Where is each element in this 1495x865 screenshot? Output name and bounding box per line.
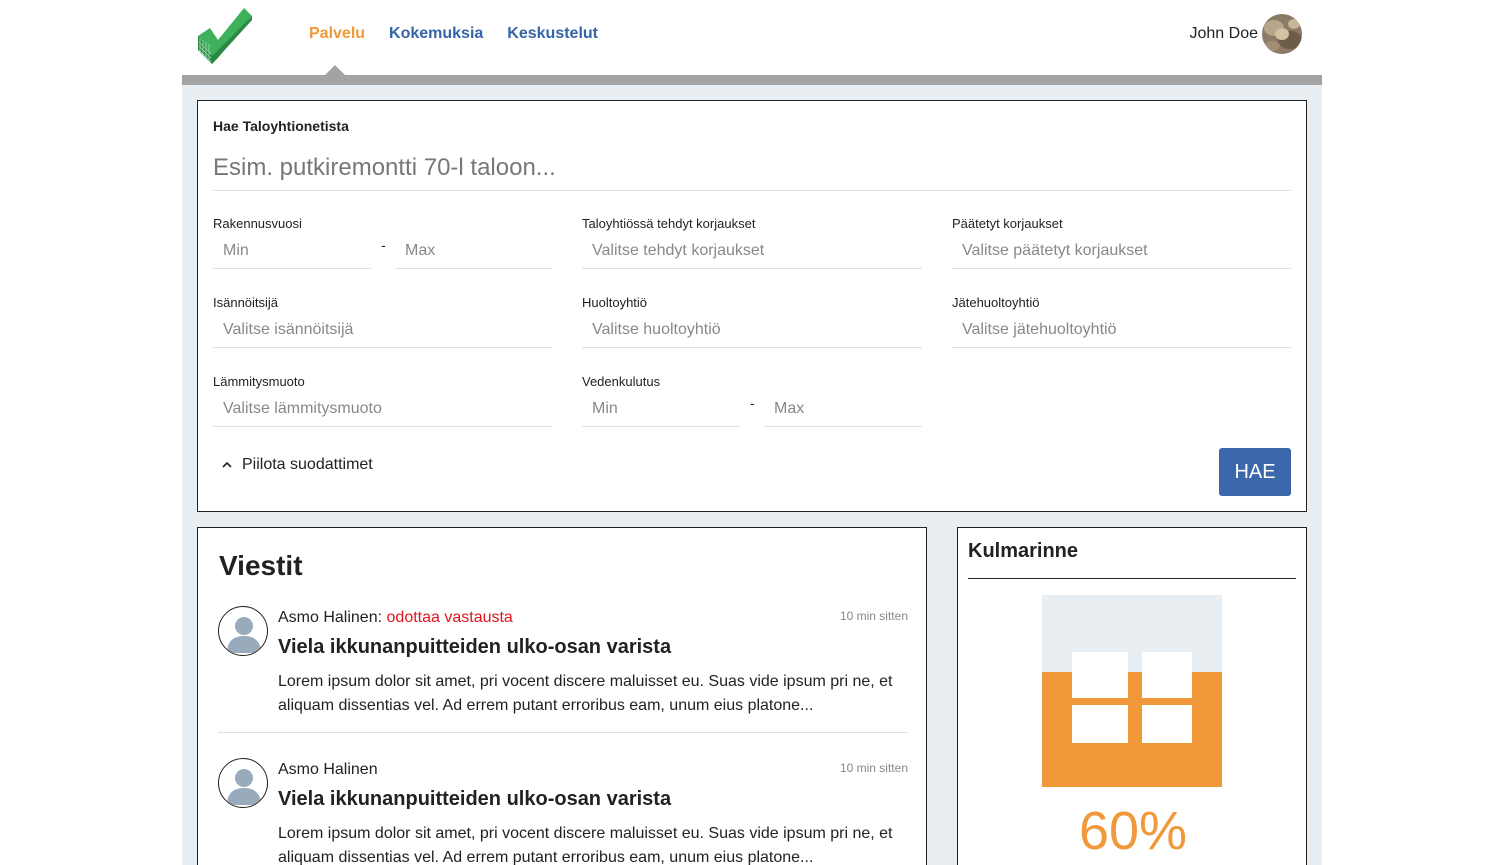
- hide-filters-toggle[interactable]: Piilota suodattimet: [222, 456, 373, 474]
- range-separator: -: [750, 395, 755, 411]
- message-time: 10 min sitten: [839, 609, 908, 623]
- avatar-photo-icon: [1262, 14, 1302, 54]
- jatehuoltoyhtio-label: Jätehuoltoyhtiö: [952, 295, 1040, 310]
- progress-fill: [1042, 672, 1222, 787]
- rakennusvuosi-max-input[interactable]: [395, 233, 552, 269]
- messages-title: Viestit: [219, 550, 303, 581]
- isannoitsija-select[interactable]: [213, 312, 552, 348]
- message-author-name: Asmo Halinen: [278, 609, 378, 626]
- paatetyt-korjaukset-select[interactable]: [952, 233, 1291, 269]
- message-time: 10 min sitten: [839, 761, 908, 775]
- header-divider-bar: [182, 75, 1322, 85]
- search-panel: Hae Taloyhtionetista Rakennusvuosi - Tal…: [197, 100, 1307, 512]
- message-avatar: [218, 758, 268, 808]
- huoltoyhtio-select[interactable]: [582, 312, 922, 348]
- user-placeholder-icon: [227, 617, 261, 653]
- site-header: Palvelu Kokemuksia Keskustelut John Doe: [182, 0, 1322, 75]
- range-separator: -: [381, 237, 386, 253]
- messages-panel: Viestit Asmo Halinen: odottaa vastausta …: [197, 527, 927, 865]
- message-author: Asmo Halinen: [278, 761, 378, 779]
- search-title: Hae Taloyhtionetista: [213, 118, 349, 134]
- nav-item-kokemuksia[interactable]: Kokemuksia: [389, 24, 483, 44]
- message-body: Lorem ipsum dolor sit amet, pri vocent d…: [278, 825, 893, 865]
- message-author: Asmo Halinen: odottaa vastausta: [278, 609, 513, 627]
- chevron-up-icon: [222, 461, 232, 468]
- lammitysmuoto-select[interactable]: [213, 391, 552, 427]
- nav-item-palvelu[interactable]: Palvelu: [309, 24, 365, 44]
- message-status: odottaa vastausta: [386, 609, 513, 626]
- nav-item-keskustelut[interactable]: Keskustelut: [507, 24, 598, 44]
- user-name: John Doe: [1189, 25, 1259, 42]
- message-subject[interactable]: Viela ikkunanpuitteiden ulko-osan varist…: [278, 788, 671, 811]
- huoltoyhtio-label: Huoltoyhtiö: [582, 295, 648, 310]
- kulmarinne-divider: [968, 578, 1296, 579]
- vedenkulutus-min-input[interactable]: [582, 391, 740, 427]
- kulmarinne-title: Kulmarinne: [968, 540, 1079, 562]
- rakennusvuosi-min-input[interactable]: [213, 233, 371, 269]
- vedenkulutus-max-input[interactable]: [764, 391, 922, 427]
- tehdyt-korjaukset-select[interactable]: [582, 233, 922, 269]
- message-item[interactable]: Asmo Halinen: odottaa vastausta 10 min s…: [218, 606, 908, 726]
- kulmarinne-panel: Kulmarinne 60%: [957, 527, 1307, 865]
- lammitysmuoto-label: Lämmitysmuoto: [213, 374, 305, 389]
- message-divider: [218, 732, 908, 733]
- message-body: Lorem ipsum dolor sit amet, pri vocent d…: [278, 673, 893, 714]
- isannoitsija-label: Isännöitsijä: [213, 295, 279, 310]
- user-placeholder-icon: [227, 769, 261, 805]
- message-avatar: [218, 606, 268, 656]
- message-subject[interactable]: Viela ikkunanpuitteiden ulko-osan varist…: [278, 636, 671, 659]
- hide-filters-label: Piilota suodattimet: [242, 456, 373, 473]
- message-author-suffix: :: [377, 609, 383, 626]
- logo-checkmark-icon[interactable]: [196, 6, 252, 64]
- window-progress-icon: [1042, 595, 1222, 787]
- jatehuoltoyhtio-select[interactable]: [952, 312, 1291, 348]
- main-nav: Palvelu Kokemuksia Keskustelut: [309, 24, 622, 44]
- vedenkulutus-label: Vedenkulutus: [582, 374, 661, 389]
- paatetyt-korjaukset-label: Päätetyt korjaukset: [952, 216, 1063, 231]
- search-input[interactable]: [213, 145, 1291, 191]
- message-author-name: Asmo Halinen: [278, 761, 378, 778]
- message-item[interactable]: Asmo Halinen 10 min sitten Viela ikkunan…: [218, 758, 908, 865]
- user-avatar[interactable]: [1262, 14, 1302, 54]
- kulmarinne-percent: 60%: [1078, 801, 1188, 861]
- search-submit-button[interactable]: HAE: [1219, 448, 1291, 496]
- rakennusvuosi-label: Rakennusvuosi: [213, 216, 302, 231]
- tehdyt-korjaukset-label: Taloyhtiössä tehdyt korjaukset: [582, 216, 756, 231]
- active-nav-indicator: [325, 65, 345, 75]
- user-menu[interactable]: John Doe: [1189, 14, 1302, 54]
